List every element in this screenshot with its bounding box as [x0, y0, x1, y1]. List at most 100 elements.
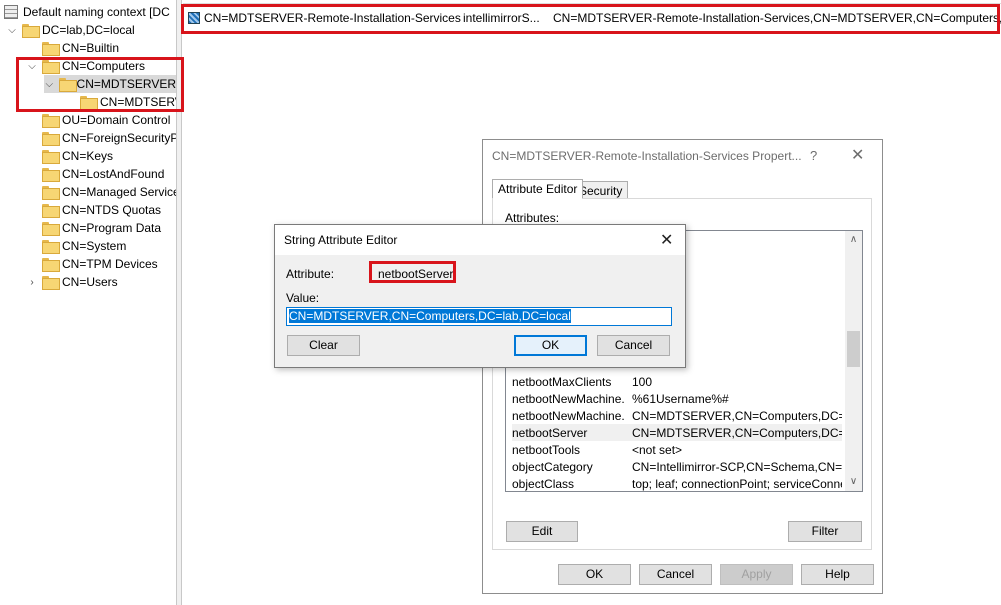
- chevron-down-icon[interactable]: ⌵: [6, 25, 18, 36]
- dialog-titlebar: String Attribute Editor ✕: [275, 225, 685, 255]
- scroll-up-icon[interactable]: ∧: [845, 231, 862, 248]
- dialog-title: CN=MDTSERVER-Remote-Installation-Service…: [492, 149, 802, 163]
- tree-item-system[interactable]: CN=System: [42, 237, 126, 255]
- folder-icon: [58, 78, 77, 92]
- attribute-value: CN=MDTSERVER,CN=Computers,DC=lab,D: [632, 426, 842, 440]
- tree-item-label: CN=TPM Devices: [62, 257, 158, 271]
- scroll-thumb[interactable]: [847, 331, 860, 367]
- attribute-name: netbootNewMachine...: [512, 409, 624, 423]
- folder-icon: [42, 42, 60, 56]
- folder-icon: [42, 276, 60, 290]
- tree-item-builtin[interactable]: CN=Builtin: [42, 39, 119, 57]
- attribute-name: netbootServer: [512, 426, 588, 440]
- edit-button[interactable]: Edit: [506, 521, 578, 542]
- tree-item-label: CN=Keys: [62, 149, 114, 163]
- tree-item-label: CN=Users: [62, 275, 118, 289]
- string-attribute-editor-dialog: String Attribute Editor ✕ Attribute: net…: [274, 224, 686, 368]
- scroll-down-icon[interactable]: ∨: [845, 473, 862, 490]
- tree-item-label: CN=System: [62, 239, 127, 253]
- tree-item-label: CN=Program Data: [62, 221, 162, 235]
- list-row[interactable]: CN=MDTSERVER-Remote-Installation-Service…: [183, 8, 1001, 28]
- attribute-name: objectCategory: [512, 460, 593, 474]
- list-cell-class: intellimirrorS...: [463, 11, 540, 25]
- attribute-value: top; leaf; connectionPoint; serviceConne…: [632, 477, 842, 491]
- folder-icon: [42, 222, 60, 236]
- ok-button[interactable]: OK: [514, 335, 587, 356]
- tree-pane: Default naming context [DC ⌵ DC=lab,DC=l…: [0, 0, 176, 605]
- clear-button[interactable]: Clear: [287, 335, 360, 356]
- tree-item-label: CN=MDTSERVER: [76, 77, 176, 91]
- list-header: [183, 0, 1001, 4]
- tree-item-mdtserver[interactable]: ⌵ CN=MDTSERVER: [44, 75, 176, 93]
- close-icon[interactable]: ✕: [660, 230, 673, 250]
- list-item[interactable]: netbootNewMachine... CN=MDTSERVER,CN=Com…: [512, 407, 842, 424]
- value-input[interactable]: CN=MDTSERVER,CN=Computers,DC=lab,DC=loca…: [286, 307, 672, 326]
- folder-icon: [42, 114, 60, 128]
- dialog-title: String Attribute Editor: [284, 233, 398, 247]
- attribute-label: Attribute:: [286, 267, 335, 281]
- folder-icon: [42, 258, 60, 272]
- attribute-name: netbootNewMachine...: [512, 392, 624, 406]
- list-item[interactable]: netbootNewMachine... %61Username%#: [512, 390, 842, 407]
- list-item[interactable]: objectClass top; leaf; connectionPoint; …: [512, 475, 842, 491]
- tree-item-users[interactable]: › CN=Users: [26, 273, 118, 291]
- tree-item-tpm-devices[interactable]: CN=TPM Devices: [42, 255, 158, 273]
- tab-attribute-editor[interactable]: Attribute Editor: [492, 179, 584, 199]
- list-cell-name: CN=MDTSERVER-Remote-Installation-Service…: [204, 11, 461, 25]
- list-item-selected[interactable]: netbootServer CN=MDTSERVER,CN=Computers,…: [512, 424, 842, 441]
- cancel-button[interactable]: Cancel: [597, 335, 670, 356]
- tree-item-lost-and-found[interactable]: CN=LostAndFound: [42, 165, 164, 183]
- tree-item-label: Default naming context [DC: [23, 5, 170, 19]
- tree-item-label: OU=Domain Control: [62, 113, 171, 127]
- tree-item-root[interactable]: Default naming context [DC: [4, 3, 170, 21]
- help-button[interactable]: Help: [801, 564, 874, 585]
- tree-item-label: CN=Computers: [62, 59, 146, 73]
- folder-icon: [42, 150, 60, 164]
- chevron-down-icon[interactable]: ⌵: [26, 61, 38, 72]
- folder-icon: [42, 60, 60, 74]
- attributes-label: Attributes:: [505, 211, 560, 225]
- pane-splitter[interactable]: [176, 0, 182, 605]
- attribute-value: %61Username%#: [632, 392, 729, 406]
- tree-item-label: CN=ForeignSecurityP: [62, 131, 176, 145]
- attribute-value: 100: [632, 375, 653, 389]
- tree-item-ntds-quotas[interactable]: CN=NTDS Quotas: [42, 201, 161, 219]
- attribute-value: CN=Intellimirror-SCP,CN=Schema,CN=Config: [632, 460, 842, 474]
- value-input-text: CN=MDTSERVER,CN=Computers,DC=lab,DC=loca…: [289, 309, 571, 323]
- folder-icon: [42, 168, 60, 182]
- scp-object-icon: [188, 12, 200, 24]
- close-icon[interactable]: ✕: [851, 145, 864, 165]
- list-item[interactable]: objectCategory CN=Intellimirror-SCP,CN=S…: [512, 458, 842, 475]
- tree-item-domain[interactable]: ⌵ DC=lab,DC=local: [6, 21, 135, 39]
- tree-item-computers[interactable]: ⌵ CN=Computers: [26, 57, 145, 75]
- server-icon: [4, 5, 18, 19]
- chevron-down-icon[interactable]: ⌵: [44, 79, 55, 90]
- tree-item-managed-service[interactable]: CN=Managed Service: [42, 183, 176, 201]
- apply-button[interactable]: Apply: [720, 564, 793, 585]
- value-label: Value:: [286, 291, 320, 305]
- cancel-button[interactable]: Cancel: [639, 564, 712, 585]
- tree-item-foreign-security[interactable]: CN=ForeignSecurityP: [42, 129, 176, 147]
- attribute-name: netbootTools: [512, 443, 581, 457]
- folder-icon: [42, 132, 60, 146]
- folder-icon: [42, 240, 60, 254]
- ok-button[interactable]: OK: [558, 564, 631, 585]
- tree-item-label: DC=lab,DC=local: [42, 23, 135, 37]
- chevron-right-icon[interactable]: ›: [26, 277, 38, 288]
- list-cell-dn: CN=MDTSERVER-Remote-Installation-Service…: [553, 11, 1001, 25]
- tree-item-label: CN=MDTSERV: [100, 95, 176, 109]
- folder-icon: [22, 24, 40, 38]
- tree-item-keys[interactable]: CN=Keys: [42, 147, 113, 165]
- vertical-scrollbar[interactable]: ∧ ∨: [845, 231, 862, 491]
- folder-icon: [42, 204, 60, 218]
- tree-item-program-data[interactable]: CN=Program Data: [42, 219, 161, 237]
- list-item[interactable]: netbootMaxClients 100: [512, 373, 842, 390]
- tree-item-domain-controllers[interactable]: OU=Domain Control: [42, 111, 170, 129]
- attribute-name: netbootMaxClients: [512, 375, 612, 389]
- list-item[interactable]: netbootTools <not set>: [512, 441, 842, 458]
- folder-icon: [42, 186, 60, 200]
- filter-button[interactable]: Filter: [788, 521, 862, 542]
- help-icon[interactable]: ?: [810, 148, 817, 163]
- attribute-name: objectClass: [512, 477, 575, 491]
- tree-item-mdtserv-child[interactable]: CN=MDTSERV: [80, 93, 176, 111]
